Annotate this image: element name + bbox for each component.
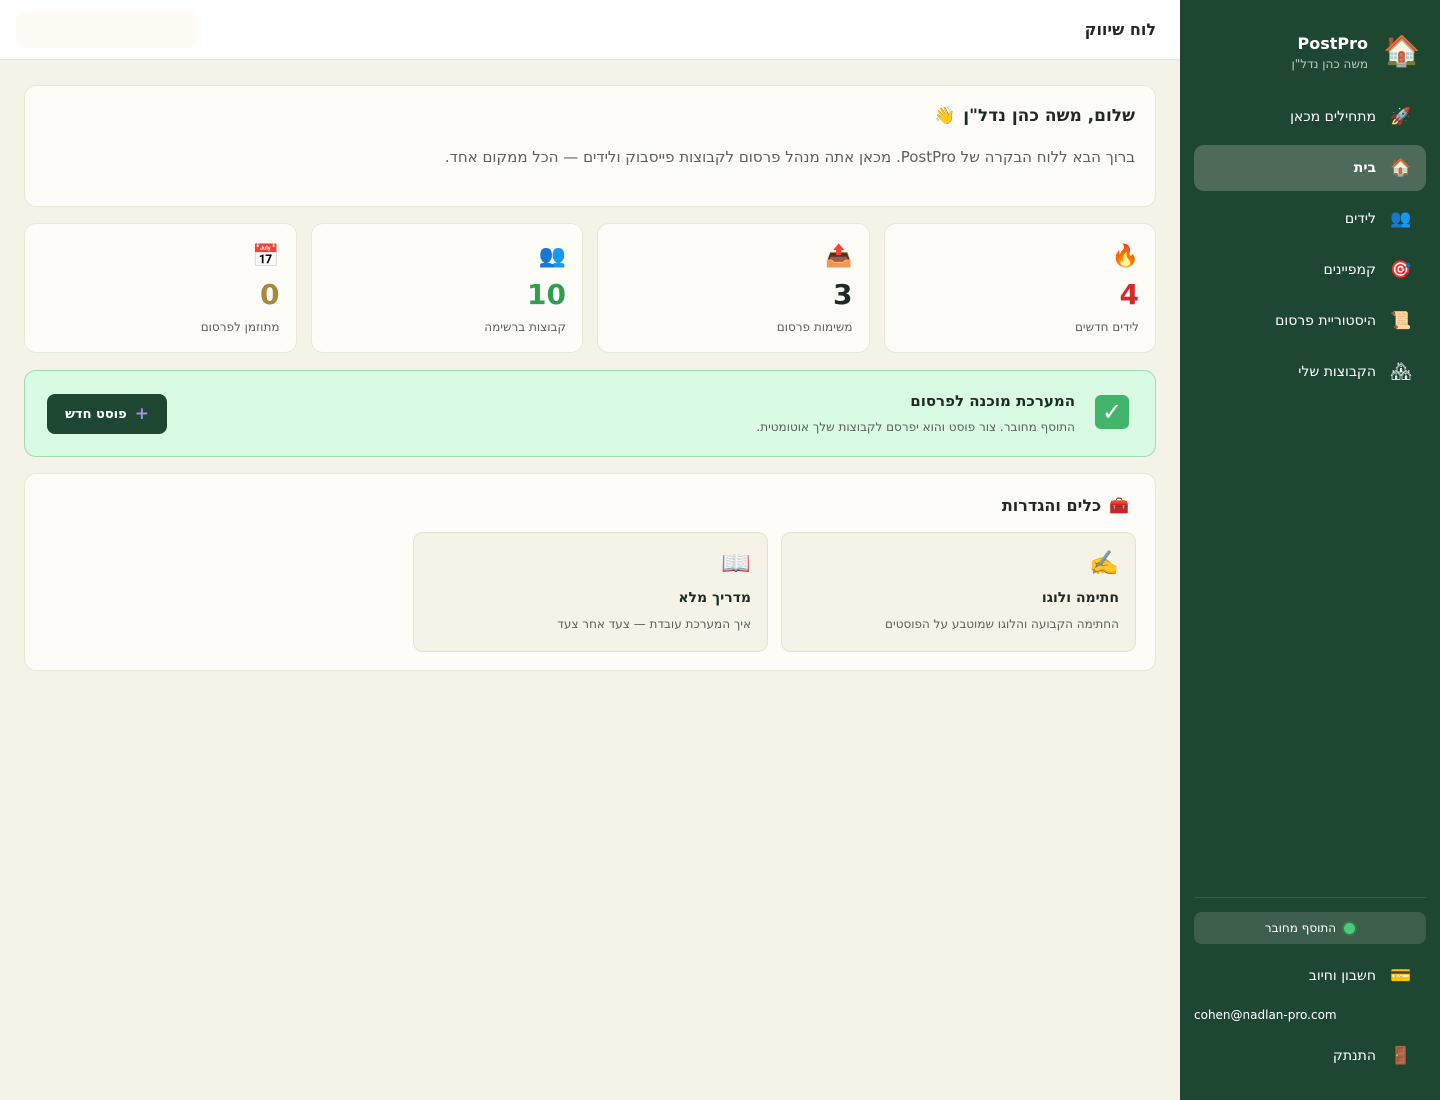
check-mark-icon: ✓ [1095,395,1129,429]
logout-button[interactable]: 🚪 התנתק [1194,1034,1426,1078]
sidebar-divider [1194,897,1426,898]
sidebar-item-campaigns[interactable]: 🎯 קמפיינים [1194,247,1426,293]
brand[interactable]: 🏠 PostPro משה כהן נדל"ן [1198,28,1422,76]
main-content: שלום, משה כהן נדל"ן 👋 ברוך הבא ללוח הבקר… [0,60,1180,1100]
sidebar-nav: 🚀 מתחילים מכאן 🏠 בית 👥 לידים 🎯 קמפיינים … [1194,94,1426,400]
brand-text: PostPro משה כהן נדל"ן [1291,34,1368,71]
sidebar-item-home[interactable]: 🏠 בית [1194,145,1426,191]
sidebar-item-my-groups[interactable]: 🏘 הקבוצות שלי [1194,349,1426,395]
people-icon: 👥 [538,244,566,269]
open-book-icon: 📖 [721,549,751,577]
door-icon: 🚪 [1390,1046,1412,1066]
welcome-title: שלום, משה כהן נדל"ן 👋 [45,106,1135,126]
top-bar: לוח שיווק [0,0,1180,60]
calendar-icon: 📅 [252,244,280,269]
sidebar-item-label: לידים [1344,211,1376,227]
extension-status-label: התוסף מחובר [1264,921,1337,935]
stats-row: 🔥 4 לידים חדשים 📤 3 משימות פרסום 👥 10 קב… [24,223,1156,353]
top-search-input[interactable] [16,12,196,48]
sidebar-item-leads[interactable]: 👥 לידים [1194,196,1426,242]
user-email: cohen@nadlan-pro.com [1194,1008,1337,1022]
page-title: לוח שיווק [1084,20,1156,39]
scroll-icon: 📜 [1390,311,1412,331]
house-logo-icon: 🏠 [1383,34,1421,69]
plus-icon: + [134,404,149,424]
new-post-button[interactable]: + פוסט חדש [47,394,167,434]
tool-card-full-guide[interactable]: 📖 מדריך מלא איך המערכת עובדת — צעד אחר צ… [413,532,768,652]
credit-card-icon: 💳 [1390,966,1412,986]
stat-label: מתוזמן לפרסום [200,320,280,334]
sidebar: 🏠 PostPro משה כהן נדל"ן 🚀 מתחילים מכאן 🏠… [1180,0,1440,1100]
tool-subtitle: איך המערכת עובדת — צעד אחר צעד [557,617,751,631]
toolbox-icon: 🧰 [1109,496,1129,515]
status-dot-icon [1344,922,1356,934]
tools-title: 🧰 כלים והגדרות [1002,496,1129,515]
stat-value: 4 [1119,278,1139,311]
tool-title: חתימה ולוגו [1041,590,1119,606]
sidebar-item-billing[interactable]: 💳 חשבון וחיוב [1194,954,1426,998]
fire-icon: 🔥 [1111,244,1139,269]
new-post-label: פוסט חדש [65,406,127,422]
tools-settings-card: 🧰 כלים והגדרות ✍️ חתימה ולוגו החתימה הקב… [24,473,1156,671]
extension-status-badge: התוסף מחובר [1194,912,1426,944]
sidebar-item-label: קמפיינים [1323,262,1376,278]
stat-label: קבוצות ברשימה [484,320,566,334]
billing-label: חשבון וחיוב [1308,968,1376,984]
waving-hand-icon: 👋 [934,106,956,126]
stat-card-new-leads[interactable]: 🔥 4 לידים חדשים [883,223,1156,353]
stat-label: לידים חדשים [1074,320,1139,334]
stat-card-scheduled[interactable]: 📅 0 מתוזמן לפרסום [24,223,297,353]
tool-title: מדריך מלא [678,590,751,606]
logout-label: התנתק [1332,1048,1376,1064]
house-icon: 🏠 [1390,158,1412,178]
stat-value: 0 [260,278,280,311]
welcome-subtitle: ברוך הבא ללוח הבקרה של PostPro. מכאן אתה… [444,148,1135,166]
rocket-icon: 🚀 [1390,107,1412,127]
houses-icon: 🏘 [1390,362,1412,382]
target-icon: 🎯 [1390,260,1412,280]
system-ready-banner: ✓ המערכת מוכנה לפרסום התוסף מחובר. צור פ… [24,370,1156,457]
people-icon: 👥 [1390,209,1412,229]
brand-name: PostPro [1297,33,1369,53]
tool-card-signature-logo[interactable]: ✍️ חתימה ולוגו החתימה הקבועה והלוגו שמוט… [781,532,1136,652]
stat-value: 3 [833,278,853,311]
sidebar-item-label: מתחילים מכאן [1290,109,1376,125]
outbox-tray-icon: 📤 [825,244,853,269]
sidebar-item-label: בית [1353,160,1376,176]
ready-subtitle: התוסף מחובר. צור פוסט והוא יפרסם לקבוצות… [756,420,1075,434]
stat-value: 10 [527,278,566,311]
writing-hand-icon: ✍️ [1089,549,1119,577]
sidebar-item-getting-started[interactable]: 🚀 מתחילים מכאן [1194,94,1426,140]
tools-title-text: כלים והגדרות [1001,496,1102,515]
welcome-title-text: שלום, משה כהן נדל"ן [963,106,1135,126]
sidebar-item-label: הקבוצות שלי [1298,364,1376,380]
brand-user-name: משה כהן נדל"ן [1291,56,1368,71]
stat-card-post-tasks[interactable]: 📤 3 משימות פרסום [597,223,870,353]
stat-label: משימות פרסום [776,320,853,334]
sidebar-item-label: היסטוריית פרסום [1275,313,1376,329]
ready-title: המערכת מוכנה לפרסום [910,392,1075,410]
stat-card-groups[interactable]: 👥 10 קבוצות ברשימה [310,223,583,353]
tool-subtitle: החתימה הקבועה והלוגו שמוטבע על הפוסטים [885,617,1119,631]
sidebar-item-post-history[interactable]: 📜 היסטוריית פרסום [1194,298,1426,344]
welcome-card: שלום, משה כהן נדל"ן 👋 ברוך הבא ללוח הבקר… [24,85,1156,207]
